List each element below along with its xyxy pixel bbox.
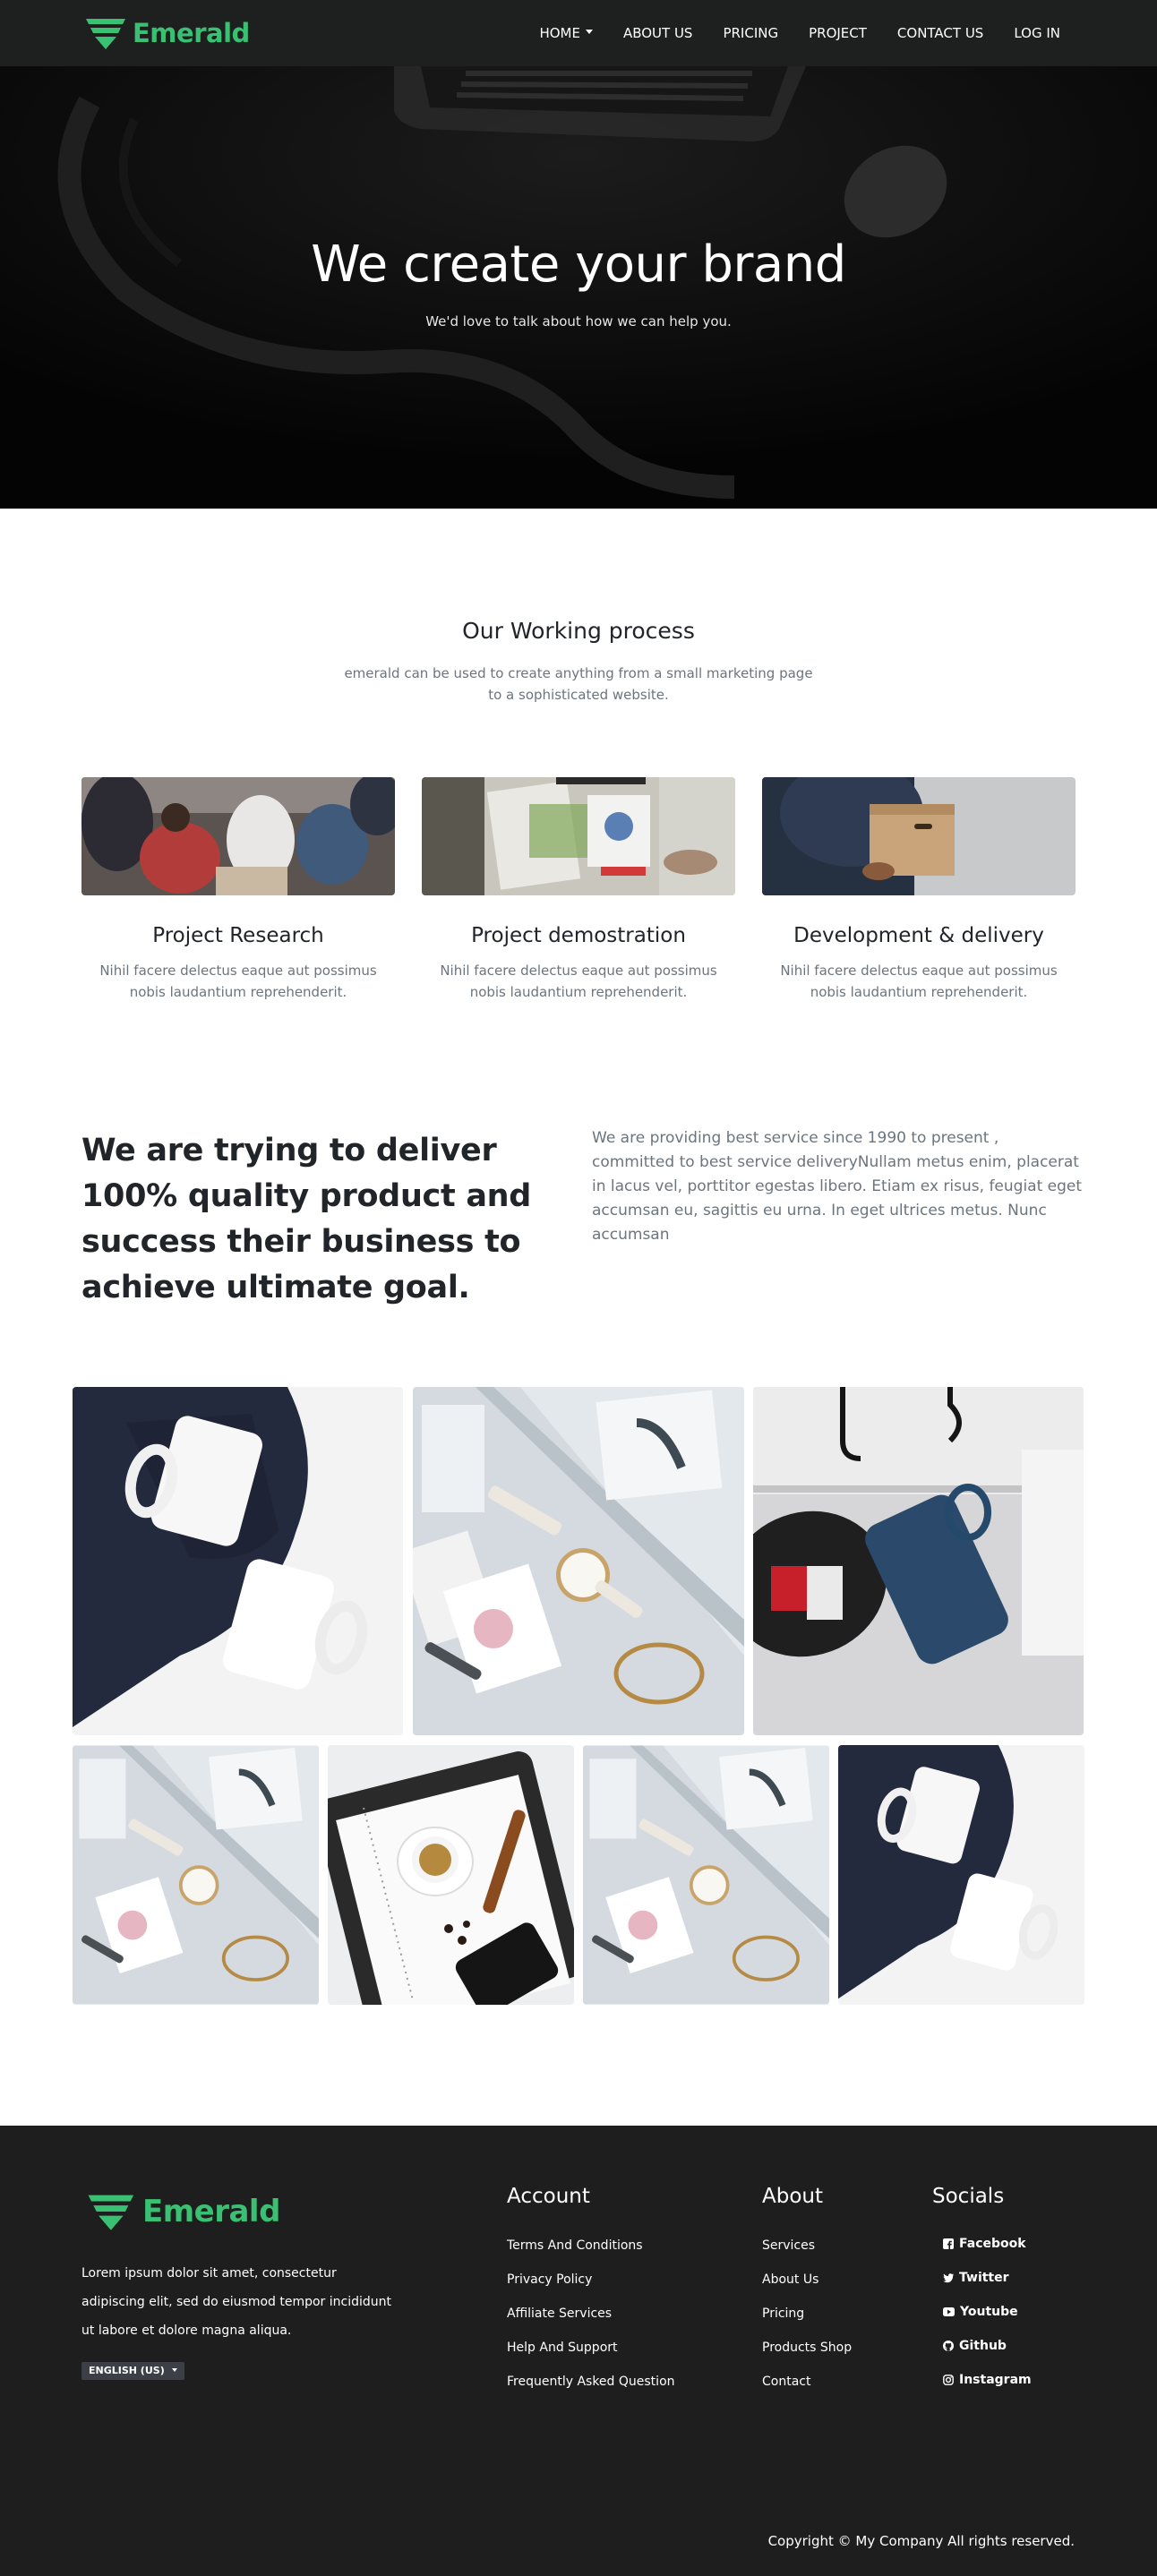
- hero-section: We create your brand We'd love to talk a…: [0, 66, 1157, 509]
- process-card: Project Research Nihil facere delectus e…: [81, 777, 395, 1003]
- process-card: Project demostration Nihil facere delect…: [422, 777, 735, 1003]
- hero-title: We create your brand: [311, 235, 846, 294]
- footer: Emerald Lorem ipsum dolor sit amet, cons…: [0, 2126, 1157, 2576]
- footer-about-column: About Services About Us Pricing Products…: [762, 2185, 852, 2407]
- gallery-image[interactable]: [73, 1745, 319, 2005]
- process-subtitle: emerald can be used to create anything f…: [344, 665, 813, 703]
- main-nav: HOME ABOUT US PRICING PROJECT CONTACT US…: [509, 0, 1060, 66]
- social-label: Twitter: [959, 2271, 1009, 2285]
- footer-account-column: Account Terms And Conditions Privacy Pol…: [507, 2185, 675, 2407]
- nav-contact-us[interactable]: CONTACT US: [897, 25, 983, 41]
- social-link-facebook[interactable]: Facebook: [943, 2237, 1032, 2251]
- social-label: Facebook: [959, 2237, 1026, 2251]
- footer-link-products-shop[interactable]: Products Shop: [762, 2339, 852, 2357]
- process-title: Our Working process: [462, 618, 695, 644]
- youtube-icon: [943, 2307, 955, 2316]
- card-text: Nihil facere delectus eaque aut possimus…: [780, 963, 1058, 1000]
- facebook-icon: [943, 2238, 954, 2249]
- brand-logo[interactable]: Emerald: [84, 15, 250, 51]
- nav-log-in[interactable]: LOG IN: [1014, 25, 1060, 41]
- footer-link-faq[interactable]: Frequently Asked Question: [507, 2373, 675, 2391]
- language-selector[interactable]: ENGLISH (US): [81, 2362, 184, 2380]
- gallery-image[interactable]: [838, 1745, 1084, 2005]
- github-icon: [943, 2341, 954, 2351]
- footer-link-affiliate[interactable]: Affiliate Services: [507, 2305, 675, 2323]
- mugs-photo: [73, 1387, 403, 1735]
- watch-desk-photo: [73, 1745, 319, 2005]
- gallery-image[interactable]: [328, 1745, 574, 2005]
- social-link-instagram[interactable]: Instagram: [943, 2373, 1032, 2387]
- hanging-mugs-photo: [753, 1387, 1084, 1735]
- card-text: Nihil facere delectus eaque aut possimus…: [99, 963, 377, 1000]
- process-card: Development & delivery Nihil facere dele…: [762, 777, 1076, 1003]
- mugs-photo: [838, 1745, 1084, 2005]
- team-meeting-photo: [81, 777, 395, 895]
- emerald-logo-icon: [86, 19, 125, 49]
- watch-desk-photo: [583, 1745, 829, 2005]
- social-link-youtube[interactable]: Youtube: [943, 2305, 1032, 2319]
- chevron-down-icon: [585, 30, 593, 34]
- social-label: Instagram: [959, 2373, 1032, 2387]
- card-title: Project Research: [152, 924, 324, 947]
- mission-text: We are providing best service since 1990…: [592, 1129, 1083, 1244]
- gallery-image[interactable]: [753, 1387, 1084, 1735]
- copyright: Copyright © My Company All rights reserv…: [767, 2533, 1075, 2549]
- footer-link-help[interactable]: Help And Support: [507, 2339, 675, 2357]
- footer-brand-name: Emerald: [142, 2194, 280, 2229]
- brand-name: Emerald: [133, 18, 250, 48]
- emerald-logo-icon: [88, 2195, 134, 2230]
- chevron-down-icon: [171, 2368, 177, 2372]
- footer-socials-column: Socials Facebook Twitter Youtube Github …: [932, 2185, 1032, 2407]
- coffee-notebook-photo: [328, 1745, 574, 2005]
- language-label: ENGLISH (US): [89, 2365, 165, 2376]
- mission-heading: We are trying to deliver 100% quality pr…: [81, 1133, 532, 1305]
- nav-home[interactable]: HOME: [539, 25, 593, 41]
- social-label: Github: [959, 2339, 1007, 2353]
- nav-pricing[interactable]: PRICING: [723, 25, 778, 41]
- footer-about-title: About: [762, 2185, 824, 2208]
- card-title: Project demostration: [471, 924, 686, 947]
- footer-link-terms[interactable]: Terms And Conditions: [507, 2237, 675, 2255]
- box-delivery-photo: [762, 777, 1076, 895]
- nav-about-us[interactable]: ABOUT US: [623, 25, 693, 41]
- hero-subtitle: We'd love to talk about how we can help …: [425, 313, 732, 329]
- footer-link-services[interactable]: Services: [762, 2237, 852, 2255]
- gallery-image[interactable]: [73, 1387, 403, 1735]
- navbar: Emerald HOME ABOUT US PRICING PROJECT CO…: [0, 0, 1157, 66]
- nav-project[interactable]: PROJECT: [809, 25, 867, 41]
- social-label: Youtube: [960, 2305, 1018, 2319]
- social-link-github[interactable]: Github: [943, 2339, 1032, 2353]
- social-link-twitter[interactable]: Twitter: [943, 2271, 1032, 2285]
- twitter-icon: [943, 2272, 954, 2282]
- card-text: Nihil facere delectus eaque aut possimus…: [440, 963, 717, 1000]
- nav-home-label: HOME: [539, 25, 580, 41]
- watch-desk-photo: [413, 1387, 744, 1735]
- footer-link-pricing[interactable]: Pricing: [762, 2305, 852, 2323]
- gallery-image[interactable]: [413, 1387, 744, 1735]
- footer-socials-title: Socials: [932, 2185, 1005, 2208]
- desk-charts-photo: [422, 777, 735, 895]
- instagram-icon: [943, 2375, 954, 2385]
- footer-description: Lorem ipsum dolor sit amet, consectetur …: [81, 2266, 392, 2338]
- footer-brand-logo[interactable]: Emerald: [86, 2191, 280, 2232]
- gallery-image[interactable]: [583, 1745, 829, 2005]
- footer-link-privacy[interactable]: Privacy Policy: [507, 2271, 675, 2289]
- footer-account-title: Account: [507, 2185, 590, 2208]
- footer-link-contact[interactable]: Contact: [762, 2373, 852, 2391]
- footer-link-about-us[interactable]: About Us: [762, 2271, 852, 2289]
- card-title: Development & delivery: [793, 924, 1044, 947]
